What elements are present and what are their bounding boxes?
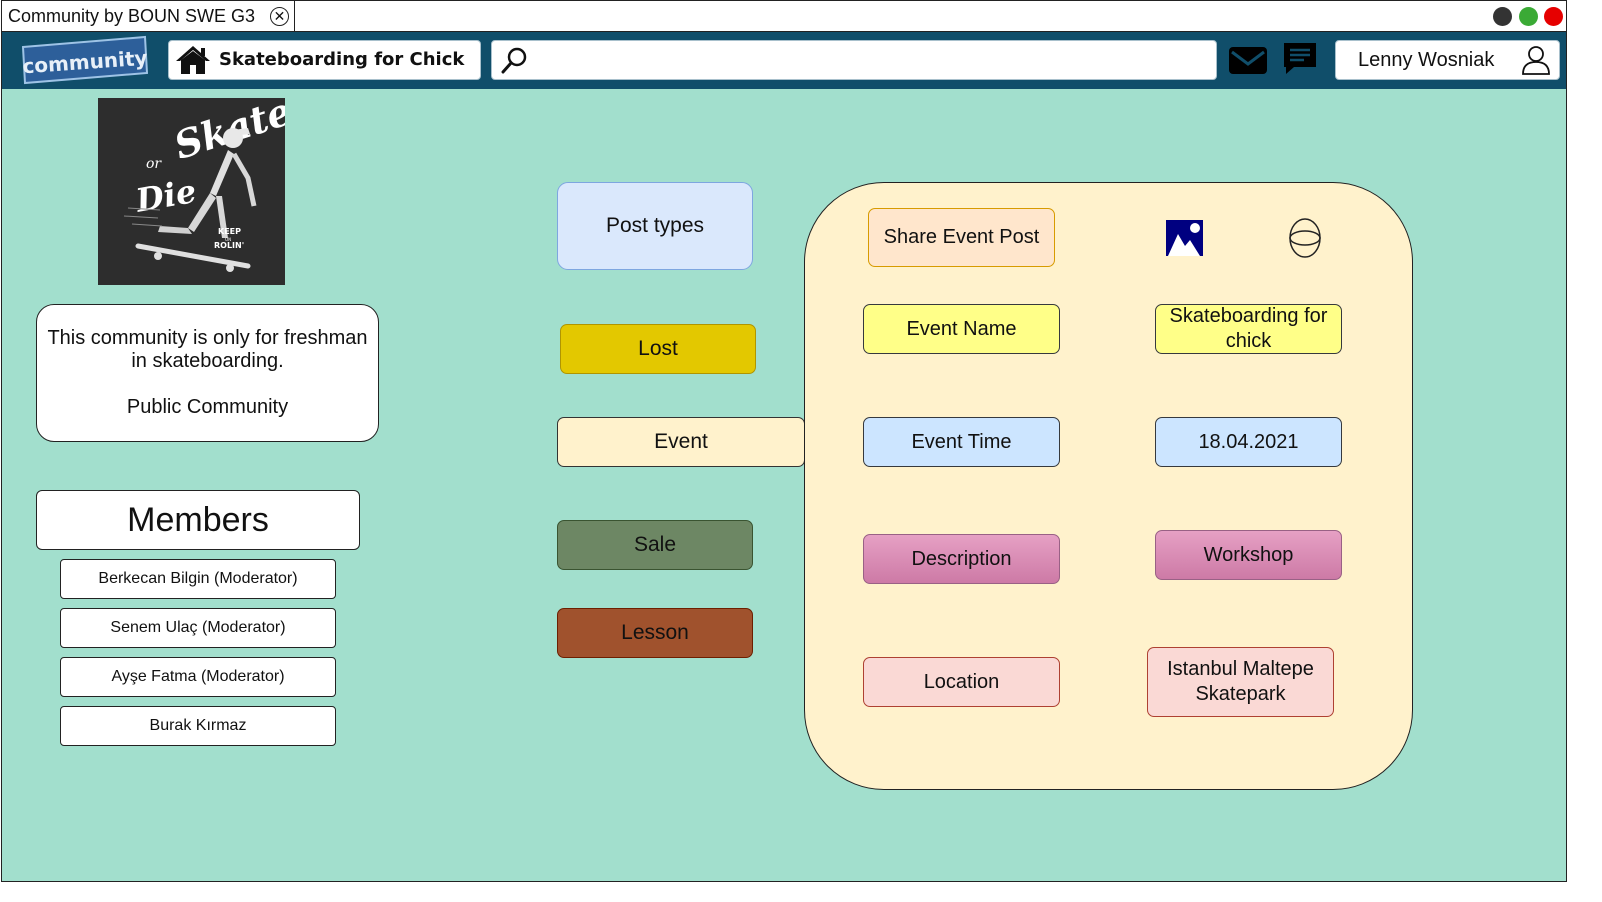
- event-time-label: Event Time: [863, 417, 1060, 467]
- title-bar: Community by BOUN SWE G3 ✕: [2, 1, 1566, 32]
- image-text-keep: KEEP: [218, 227, 241, 236]
- window-maximize-button[interactable]: [1519, 7, 1538, 26]
- post-type-lost-button[interactable]: Lost: [560, 324, 756, 374]
- community-about-card: This community is only for freshman in s…: [36, 304, 379, 442]
- description-field[interactable]: Workshop: [1155, 530, 1342, 580]
- top-navbar: community Skateboarding for Chick Lenny …: [2, 32, 1566, 89]
- user-name: Lenny Wosniak: [1358, 49, 1495, 71]
- image-text-die: Die: [132, 172, 199, 220]
- member-item[interactable]: Berkecan Bilgin (Moderator): [60, 559, 336, 599]
- post-type-sale-button[interactable]: Sale: [557, 520, 753, 570]
- post-types-heading: Post types: [557, 182, 753, 270]
- post-type-event-button[interactable]: Event: [557, 417, 805, 467]
- ellipse-icon[interactable]: [1288, 217, 1322, 264]
- community-home-bar[interactable]: Skateboarding for Chick: [168, 40, 481, 80]
- tab-title: Community by BOUN SWE G3: [8, 6, 256, 26]
- image-text-rolin: ROLIN': [214, 241, 244, 250]
- member-item[interactable]: Senem Ulaç (Moderator): [60, 608, 336, 648]
- browser-tab[interactable]: Community by BOUN SWE G3: [2, 1, 295, 31]
- home-icon[interactable]: [175, 45, 211, 80]
- member-item[interactable]: Burak Kırmaz: [60, 706, 336, 746]
- event-name-field[interactable]: Skateboarding for chick: [1155, 304, 1342, 354]
- tab-close-icon[interactable]: ✕: [270, 7, 289, 26]
- mail-icon[interactable]: [1228, 44, 1268, 81]
- community-description: This community is only for freshman in s…: [47, 327, 368, 372]
- image-icon[interactable]: [1166, 220, 1203, 261]
- community-logo[interactable]: community: [21, 35, 148, 85]
- post-type-lesson-button[interactable]: Lesson: [557, 608, 753, 658]
- community-title: Skateboarding for Chick: [219, 49, 465, 70]
- community-visibility: Public Community: [126, 396, 289, 418]
- share-event-post-button[interactable]: Share Event Post: [868, 208, 1055, 267]
- event-name-label: Event Name: [863, 304, 1060, 354]
- search-icon[interactable]: [500, 46, 528, 79]
- user-icon[interactable]: [1520, 44, 1552, 81]
- member-item[interactable]: Ayşe Fatma (Moderator): [60, 657, 336, 697]
- event-time-field[interactable]: 18.04.2021: [1155, 417, 1342, 467]
- window-dot-dark[interactable]: [1493, 7, 1512, 26]
- search-input[interactable]: [534, 45, 1204, 75]
- window-close-button[interactable]: [1544, 7, 1563, 26]
- location-field[interactable]: Istanbul Maltepe Skatepark: [1147, 647, 1334, 717]
- app-window: Community by BOUN SWE G3 ✕ community Ska…: [1, 0, 1567, 882]
- image-text-or: or: [146, 156, 162, 172]
- description-label: Description: [863, 534, 1060, 584]
- search-bar[interactable]: [491, 40, 1217, 80]
- members-heading: Members: [36, 490, 360, 550]
- location-label: Location: [863, 657, 1060, 707]
- community-image: Skate or Die KEEP ON ROLIN': [98, 88, 297, 285]
- user-profile-bar[interactable]: Lenny Wosniak: [1335, 40, 1560, 80]
- chat-icon[interactable]: [1282, 41, 1318, 82]
